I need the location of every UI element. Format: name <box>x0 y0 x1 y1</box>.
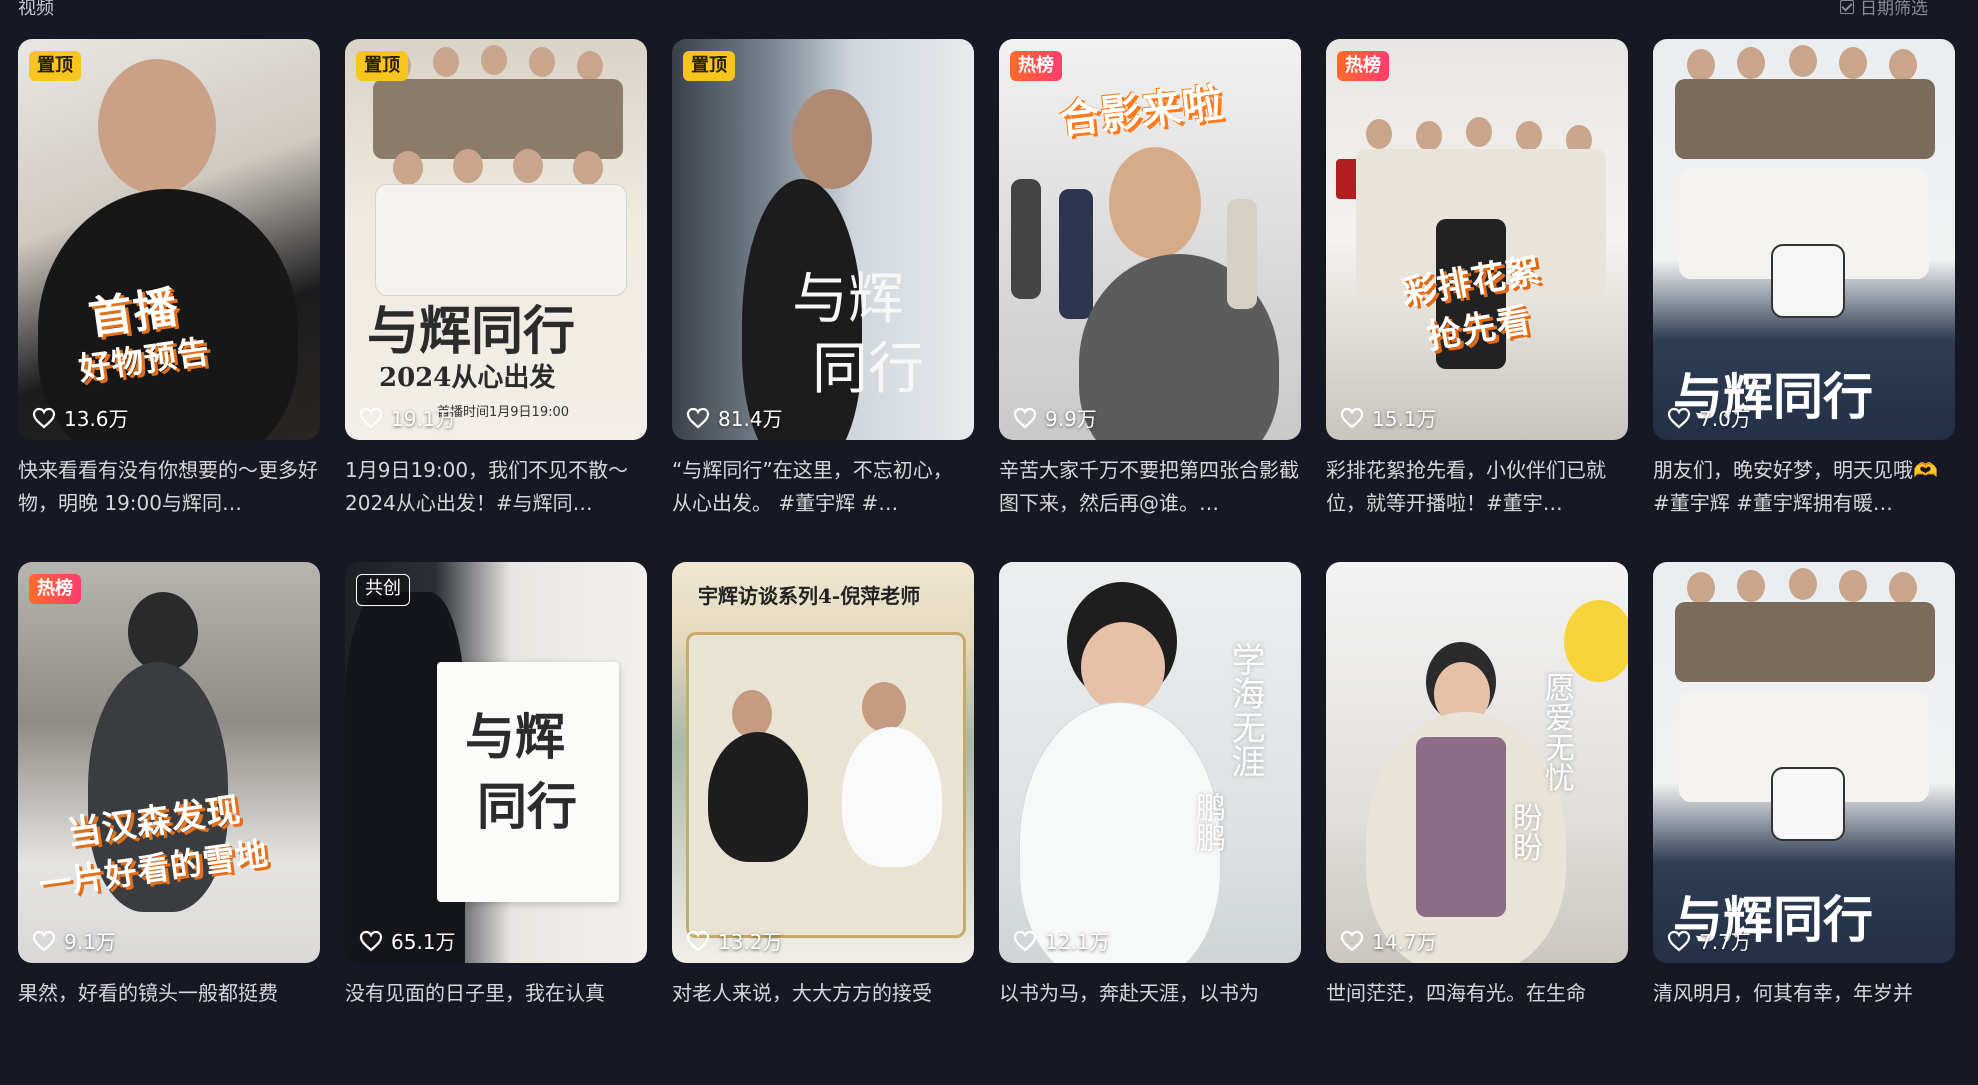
video-description[interactable]: 以书为马，奔赴天涯，以书为 <box>999 977 1299 1010</box>
video-card[interactable]: 首播 好物预告 置顶 13.6万 快来看看有没有你想要的～更多好物，明晚 19:… <box>18 39 320 562</box>
video-thumbnail[interactable]: 合影来啦 热榜 9.9万 <box>999 39 1301 440</box>
video-thumbnail[interactable]: 学海无涯 鹏鹏 12.1万 <box>999 562 1301 963</box>
like-count: 7.0万 <box>1667 403 1751 432</box>
video-description[interactable]: “与辉同行”在这里，不忘初心，从心出发。 #董宇辉 #… <box>672 454 972 520</box>
video-description[interactable]: 清风明月，何其有幸，年岁并 <box>1653 977 1953 1010</box>
heart-icon <box>32 930 56 951</box>
trending-badge: 热榜 <box>1337 51 1389 81</box>
thumbnail-overlay-text: 同行 <box>812 337 924 402</box>
thumbnail-overlay-text: 盼盼 <box>1507 802 1542 862</box>
video-thumbnail[interactable]: 与辉同行 7.7万 <box>1653 562 1955 963</box>
pinned-badge: 置顶 <box>29 51 81 81</box>
thumbnail-overlay-text: 与辉同行 <box>367 301 576 362</box>
trending-badge: 热榜 <box>29 574 81 604</box>
heart-icon <box>1013 930 1037 951</box>
video-thumbnail[interactable]: 与辉 同行 共创 65.1万 <box>345 562 647 963</box>
video-description[interactable]: 1月9日19:00，我们不见不散～2024从心出发！#与辉同… <box>345 454 645 520</box>
heart-icon <box>359 407 383 428</box>
video-description[interactable]: 朋友们，晚安好梦，明天见哦🫶#董宇辉 #董宇辉拥有暖… <box>1653 454 1953 520</box>
video-thumbnail[interactable]: 首播 好物预告 置顶 13.6万 <box>18 39 320 440</box>
section-title: 视频 <box>18 0 54 19</box>
heart-icon <box>686 407 710 428</box>
section-header: 视频 日期筛选 <box>0 0 1978 22</box>
heart-icon <box>1667 407 1691 428</box>
video-description[interactable]: 没有见面的日子里，我在认真 <box>345 977 645 1010</box>
video-description[interactable]: 辛苦大家千万不要把第四张合影截图下来，然后再@谁。… <box>999 454 1299 520</box>
checkbox-icon[interactable] <box>1840 0 1854 14</box>
thumbnail-overlay-text: 宇辉访谈系列4-倪萍老师 <box>698 584 921 608</box>
thumbnail-overlay-text: 愿爱无忧 <box>1539 672 1574 792</box>
thumbnail-overlay-text: 同行 <box>477 777 577 836</box>
like-count: 14.7万 <box>1340 926 1437 955</box>
video-thumbnail[interactable]: 愿爱无忧 盼盼 14.7万 <box>1326 562 1628 963</box>
heart-icon <box>1013 407 1037 428</box>
like-count: 81.4万 <box>686 403 783 432</box>
thumbnail-overlay-text: 首播时间1月9日19:00 <box>437 405 570 420</box>
date-filter-toggle[interactable]: 日期筛选 <box>1840 0 1928 19</box>
like-count: 65.1万 <box>359 926 456 955</box>
trending-badge: 热榜 <box>1010 51 1062 81</box>
heart-icon <box>1340 407 1364 428</box>
like-count: 13.2万 <box>686 926 783 955</box>
date-filter-label: 日期筛选 <box>1860 0 1928 19</box>
thumbnail-overlay-text: 合影来啦 <box>1057 80 1226 144</box>
pinned-badge: 置顶 <box>356 51 408 81</box>
video-description[interactable]: 对老人来说，大大方方的接受 <box>672 977 972 1010</box>
like-count: 13.6万 <box>32 403 129 432</box>
video-description[interactable]: 彩排花絮抢先看，小伙伴们已就位，就等开播啦！#董宇… <box>1326 454 1626 520</box>
video-thumbnail[interactable]: 彩排花絮 抢先看 热榜 15.1万 <box>1326 39 1628 440</box>
like-count: 15.1万 <box>1340 403 1437 432</box>
thumbnail-overlay-text: 鹏鹏 <box>1190 792 1225 852</box>
like-count: 7.7万 <box>1667 926 1751 955</box>
heart-icon <box>1667 930 1691 951</box>
like-count: 9.1万 <box>32 926 116 955</box>
like-count: 9.9万 <box>1013 403 1097 432</box>
thumbnail-overlay-text: 与辉 <box>465 707 565 766</box>
thumbnail-overlay-text: 2024从心出发 <box>379 363 556 393</box>
pinned-badge: 置顶 <box>683 51 735 81</box>
video-card[interactable]: 与辉同行 2024从心出发 首播时间1月9日19:00 置顶 19.1万 1月9… <box>345 39 647 562</box>
video-description[interactable]: 快来看看有没有你想要的～更多好物，明晚 19:00与辉同… <box>18 454 318 520</box>
like-count: 12.1万 <box>1013 926 1110 955</box>
co-create-badge: 共创 <box>356 574 410 606</box>
video-description[interactable]: 世间茫茫，四海有光。在生命 <box>1326 977 1626 1010</box>
thumbnail-overlay-text: 学海无涯 <box>1225 642 1265 778</box>
heart-icon <box>359 930 383 951</box>
video-grid: 首播 好物预告 置顶 13.6万 快来看看有没有你想要的～更多好物，明晚 19:… <box>18 39 1955 1085</box>
video-description[interactable]: 果然，好看的镜头一般都挺费 <box>18 977 318 1010</box>
video-thumbnail[interactable]: 当汉森发现 一片好看的雪地 热榜 9.1万 <box>18 562 320 963</box>
heart-icon <box>32 407 56 428</box>
video-thumbnail[interactable]: 与辉同行 7.0万 <box>1653 39 1955 440</box>
video-thumbnail[interactable]: 与辉同行 2024从心出发 首播时间1月9日19:00 置顶 19.1万 <box>345 39 647 440</box>
video-card[interactable]: 与辉 同行 置顶 81.4万 “与辉同行”在这里，不忘初心，从心出发。 #董宇辉… <box>672 39 974 562</box>
heart-icon <box>686 930 710 951</box>
video-card[interactable]: 彩排花絮 抢先看 热榜 15.1万 彩排花絮抢先看，小伙伴们已就位，就等开播啦！… <box>1326 39 1628 562</box>
video-thumbnail[interactable]: 与辉 同行 置顶 81.4万 <box>672 39 974 440</box>
thumbnail-overlay-text: 与辉 <box>792 267 904 332</box>
video-card[interactable]: 与辉同行 7.0万 朋友们，晚安好梦，明天见哦🫶#董宇辉 #董宇辉拥有暖… <box>1653 39 1955 562</box>
like-count: 19.1万 <box>359 403 456 432</box>
video-card[interactable]: 合影来啦 热榜 9.9万 辛苦大家千万不要把第四张合影截图下来，然后再@谁。… <box>999 39 1301 562</box>
video-thumbnail[interactable]: 宇辉访谈系列4-倪萍老师 13.2万 <box>672 562 974 963</box>
heart-icon <box>1340 930 1364 951</box>
